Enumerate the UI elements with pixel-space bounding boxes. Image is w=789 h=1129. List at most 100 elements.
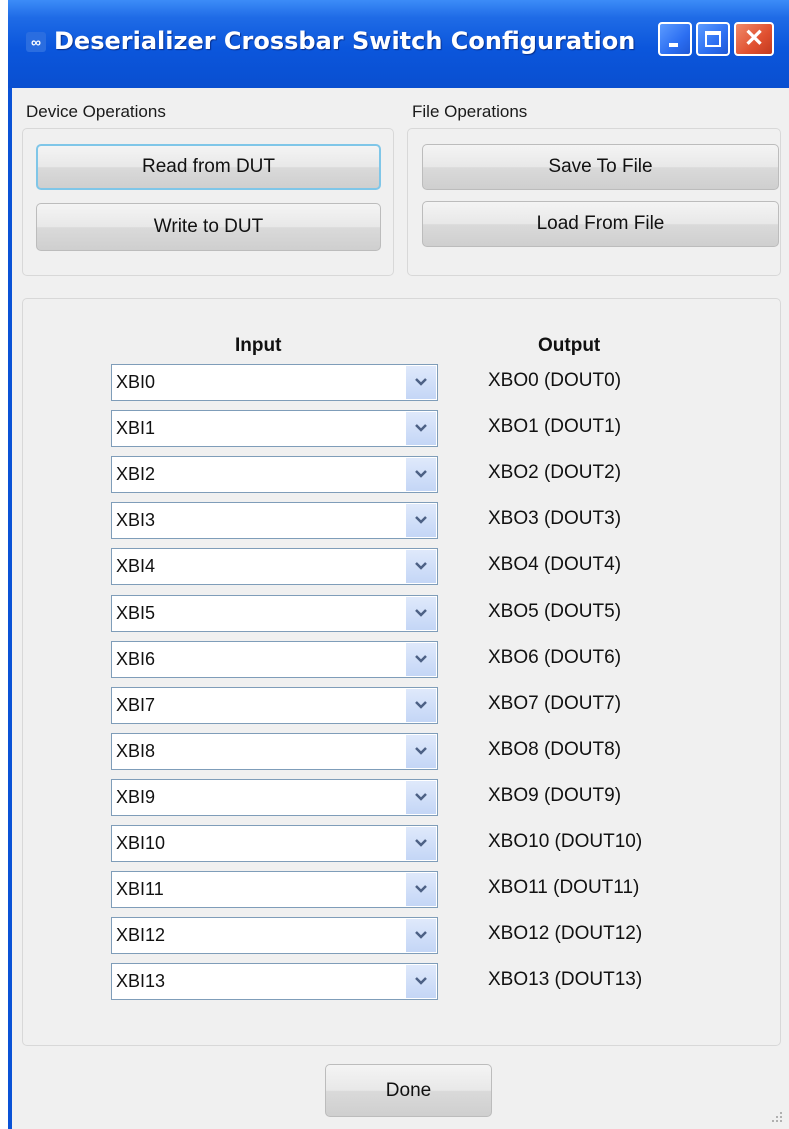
dropdown-button[interactable]: [406, 780, 436, 814]
device-operations-group: Read from DUT Write to DUT: [22, 128, 394, 276]
dropdown-button[interactable]: [406, 366, 436, 399]
input-select[interactable]: XBI6: [111, 640, 438, 678]
done-button[interactable]: Done: [325, 1064, 492, 1117]
input-column-header: Input: [235, 335, 282, 356]
chevron-down-icon: [415, 424, 427, 432]
app-window: ∞ Deserializer Crossbar Switch Configura…: [8, 0, 789, 1129]
write-to-dut-button[interactable]: Write to DUT: [36, 203, 381, 251]
dropdown-button[interactable]: [406, 734, 436, 768]
input-select-value: XBI0: [116, 372, 156, 392]
input-select[interactable]: XBI0: [111, 364, 438, 401]
mapping-row: XBI7 XBO7 (DOUT7): [23, 686, 789, 724]
dropdown-button[interactable]: [406, 642, 436, 676]
minimize-button[interactable]: [658, 22, 692, 56]
output-label: XBO6 (DOUT6): [488, 646, 622, 668]
mapping-row: XBI4 XBO4 (DOUT4): [23, 548, 789, 586]
load-from-file-button[interactable]: Load From File: [422, 201, 779, 247]
maximize-button[interactable]: [696, 22, 730, 56]
mapping-row: XBI1 XBO1 (DOUT1): [23, 410, 789, 448]
output-label: XBO7 (DOUT7): [488, 692, 622, 714]
chevron-down-icon: [415, 885, 427, 893]
output-label: XBO11 (DOUT11): [488, 877, 640, 899]
input-select[interactable]: XBI9: [111, 778, 438, 816]
title-bar[interactable]: ∞ Deserializer Crossbar Switch Configura…: [8, 0, 789, 88]
chevron-down-icon: [415, 378, 427, 386]
input-select[interactable]: XBI12: [111, 917, 438, 955]
mapping-row: XBI13 XBO13 (DOUT13): [23, 963, 789, 1001]
input-select[interactable]: XBI3: [111, 502, 438, 540]
input-select-value: XBI6: [116, 648, 156, 669]
chevron-down-icon: [415, 470, 427, 478]
output-label: XBO2 (DOUT2): [488, 462, 622, 484]
input-select-value: XBI9: [116, 786, 156, 807]
output-label: XBO1 (DOUT1): [488, 416, 622, 438]
dropdown-button[interactable]: [406, 550, 436, 584]
mapping-row: XBI6 XBO6 (DOUT6): [23, 640, 789, 678]
chevron-down-icon: [415, 700, 427, 709]
output-label: XBO8 (DOUT8): [488, 738, 622, 760]
input-select-value: XBI3: [116, 510, 156, 531]
mapping-row: XBI0 XBO0 (DOUT0): [23, 364, 789, 401]
input-select[interactable]: XBI13: [111, 963, 438, 1001]
dropdown-button[interactable]: [406, 965, 436, 999]
output-label: XBO10 (DOUT10): [488, 831, 643, 852]
dropdown-button[interactable]: [406, 596, 436, 630]
mapping-row: XBI12 XBO12 (DOUT12): [23, 917, 789, 955]
mapping-row: XBI10 XBO10 (DOUT10): [23, 825, 789, 862]
output-label: XBO0 (DOUT0): [488, 370, 622, 391]
dropdown-button[interactable]: [406, 919, 436, 953]
output-label: XBO12 (DOUT12): [488, 923, 643, 945]
file-operations-label: File Operations: [412, 102, 528, 121]
mapping-row: XBI11 XBO11 (DOUT11): [23, 871, 789, 909]
input-select-value: XBI2: [116, 464, 156, 485]
dropdown-button[interactable]: [406, 873, 436, 907]
output-label: XBO4 (DOUT4): [488, 554, 622, 576]
input-select[interactable]: XBI1: [111, 410, 438, 448]
read-from-dut-button[interactable]: Read from DUT: [36, 144, 381, 190]
input-select[interactable]: XBI11: [111, 871, 438, 909]
output-label: XBO3 (DOUT3): [488, 508, 622, 530]
output-column-header: Output: [538, 335, 601, 356]
dropdown-button[interactable]: [406, 458, 436, 492]
chevron-down-icon: [415, 654, 427, 663]
dropdown-button[interactable]: [406, 504, 436, 538]
chevron-down-icon: [415, 931, 427, 939]
close-button[interactable]: ✕: [734, 22, 774, 56]
dropdown-button[interactable]: [406, 827, 436, 860]
chevron-down-icon: [415, 608, 427, 617]
chevron-down-icon: [415, 746, 427, 755]
input-select-value: XBI10: [116, 833, 166, 853]
input-select[interactable]: XBI4: [111, 548, 438, 586]
close-icon: ✕: [743, 25, 765, 52]
input-select-value: XBI1: [116, 418, 156, 439]
input-select-value: XBI4: [116, 556, 156, 577]
mapping-row: XBI3 XBO3 (DOUT3): [23, 502, 789, 540]
input-select-value: XBI13: [116, 971, 166, 992]
input-select-value: XBI12: [116, 925, 166, 946]
mapping-row: XBI8 XBO8 (DOUT8): [23, 732, 789, 770]
device-operations-label: Device Operations: [26, 102, 166, 121]
input-select[interactable]: XBI7: [111, 686, 438, 724]
input-select[interactable]: XBI2: [111, 456, 438, 494]
chevron-down-icon: [415, 839, 427, 847]
app-logo-icon: ∞: [26, 32, 46, 52]
minimize-icon: [669, 43, 678, 47]
chevron-down-icon: [415, 562, 427, 571]
mapping-row: XBI9 XBO9 (DOUT9): [23, 778, 789, 816]
mapping-row: XBI5 XBO5 (DOUT5): [23, 594, 789, 632]
input-select-value: XBI7: [116, 694, 156, 715]
maximize-icon: [705, 31, 721, 47]
dropdown-button[interactable]: [406, 412, 436, 446]
window-title: Deserializer Crossbar Switch Configurati…: [54, 27, 636, 55]
file-operations-group: Save To File Load From File: [407, 128, 781, 276]
input-select[interactable]: XBI10: [111, 825, 438, 862]
dropdown-button[interactable]: [406, 688, 436, 722]
resize-grip-icon[interactable]: [771, 1111, 783, 1123]
save-to-file-button[interactable]: Save To File: [422, 144, 779, 190]
input-select[interactable]: XBI5: [111, 594, 438, 632]
output-label: XBO13 (DOUT13): [488, 969, 643, 991]
input-select-value: XBI11: [116, 879, 164, 900]
input-select[interactable]: XBI8: [111, 732, 438, 770]
window-client-area: Device Operations Read from DUT Write to…: [12, 88, 789, 1129]
chevron-down-icon: [415, 793, 427, 801]
